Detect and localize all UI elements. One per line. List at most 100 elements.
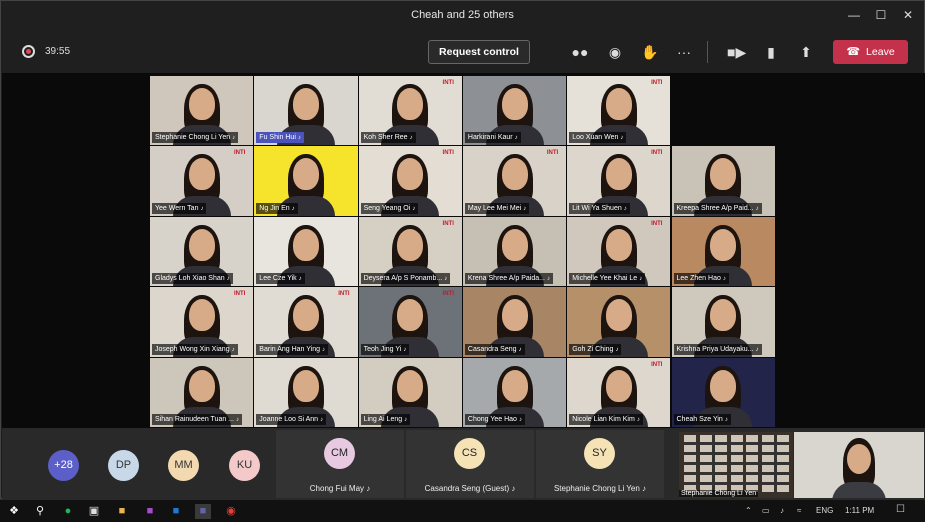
participant-name: Ng Jin En ♪: [256, 202, 298, 214]
request-control-button[interactable]: Request control: [428, 40, 530, 64]
screen-share-thumbnail[interactable]: Stephanie Chong Li Yen: [679, 432, 793, 498]
store-icon[interactable]: ▣: [86, 504, 102, 519]
video-tile[interactable]: Krena Shree A/p Paida... ♪: [462, 216, 567, 287]
roster-card-name: Chong Fui May ♪: [309, 484, 371, 493]
video-tile[interactable]: INTI Barin Ang Han Ying ♪: [254, 287, 358, 357]
search-icon[interactable]: ⚲: [32, 504, 48, 519]
mic-muted-icon: ♪: [444, 276, 448, 283]
mic-icon[interactable]: ▮: [762, 43, 780, 61]
participant-name: May Lee Mei Mei ♪: [464, 202, 530, 214]
volume-icon[interactable]: ♪: [780, 506, 784, 515]
video-tile[interactable]: Joanne Loo Si Ann ♪: [254, 357, 358, 427]
video-tile[interactable]: Goh Zi Ching ♪: [567, 287, 671, 357]
language-indicator[interactable]: ENG: [816, 506, 833, 515]
minimize-icon[interactable]: —: [843, 6, 865, 24]
video-tile[interactable]: Casandra Seng ♪: [462, 287, 567, 357]
mic-muted-icon: ♪: [546, 276, 550, 283]
roster-avatar[interactable]: KU: [229, 450, 260, 481]
participant-face: [710, 369, 737, 402]
mic-muted-icon: ♪: [226, 276, 230, 283]
video-tile[interactable]: Harkirani Kaur ♪: [462, 76, 567, 146]
video-tile[interactable]: Ling Ai Leng ♪: [358, 357, 462, 427]
video-tile[interactable]: Fu Shin Hui ♪: [254, 76, 358, 146]
thumbnail-cell: [683, 434, 697, 443]
tray-chevron-icon[interactable]: ⌃: [745, 506, 752, 515]
self-video-preview[interactable]: [794, 432, 924, 498]
video-tile[interactable]: Stephanie Chong Li Yen ♪: [150, 76, 254, 146]
video-tile[interactable]: Lee Cze Yik ♪: [254, 216, 358, 287]
video-tile[interactable]: INTI Seng Yeang Oi ♪: [358, 146, 462, 216]
video-tile[interactable]: INTI Nicole Lian Kim Kim ♪: [567, 357, 671, 427]
video-tile[interactable]: INTI Michelle Yee Khai Le ♪: [567, 216, 671, 287]
outlook-icon[interactable]: ■: [168, 504, 184, 519]
roster-card[interactable]: CM Chong Fui May ♪: [276, 430, 404, 498]
mic-muted-icon: ♪: [514, 135, 518, 142]
video-tile[interactable]: Chong Yee Hao ♪: [462, 357, 567, 427]
participant-name: Cheah Sze Yin ♪: [673, 413, 731, 425]
participant-name-text: Deysera A/p S Ponamb...: [363, 275, 443, 283]
roster-card[interactable]: CS Casandra Seng (Guest) ♪: [406, 430, 534, 498]
roster-avatar[interactable]: DP: [108, 450, 139, 481]
participant-face: [292, 228, 319, 261]
recording-icon: [22, 45, 35, 58]
participant-face: [188, 228, 215, 261]
participant-name-text: Goh Zi Ching: [572, 345, 614, 353]
video-tile[interactable]: INTI Koh Sher Ree ♪: [358, 76, 462, 146]
video-tile[interactable]: INTI Loo Xuan Wen ♪: [567, 76, 671, 146]
mic-muted-icon: ♪: [320, 416, 324, 423]
video-tile[interactable]: Kreepa Shree A/p Paid... ♪: [671, 146, 775, 216]
thumbnail-cell: [729, 464, 744, 473]
video-tile[interactable]: INTI Lit Wi Ya Shuen ♪: [567, 146, 671, 216]
video-tile[interactable]: INTI Deysera A/p S Ponamb... ♪: [358, 216, 462, 287]
leave-button[interactable]: ☎ Leave: [833, 40, 908, 64]
teams-icon[interactable]: ■: [195, 504, 211, 519]
thumbnail-cell: [729, 434, 744, 443]
roster-avatar[interactable]: +28: [48, 450, 79, 481]
participant-face: [397, 299, 424, 332]
participant-name: Yee Wern Tan ♪: [152, 202, 207, 214]
participant-name-text: Fu Shin Hui: [259, 134, 296, 142]
video-tile[interactable]: INTI Yee Wern Tan ♪: [150, 146, 254, 216]
notification-icon[interactable]: ☐: [896, 504, 905, 515]
video-tile[interactable]: Ng Jin En ♪: [254, 146, 358, 216]
share-icon[interactable]: ⬆: [797, 43, 815, 61]
video-tile[interactable]: INTI Teoh Jing Yi ♪: [358, 287, 462, 357]
thumbnail-cell: [760, 464, 775, 473]
video-tile[interactable]: Krishna Priya Udayaku... ♪: [671, 287, 775, 357]
inti-logo: INTI: [442, 220, 454, 227]
clock[interactable]: 1:11 PM: [845, 506, 874, 515]
more-icon[interactable]: ···: [675, 43, 693, 61]
video-tile[interactable]: Cheah Sze Yin ♪: [671, 357, 775, 427]
video-tile[interactable]: Sihan Rainudeen Tuan ... ♪: [150, 357, 254, 427]
participant-face: [397, 369, 424, 402]
video-grid: Stephanie Chong Li Yen ♪ Fu Shin Hui ♪ INTI K…: [150, 76, 776, 428]
video-tile[interactable]: Lee Zhen Hao ♪: [671, 216, 775, 287]
chrome-icon[interactable]: ◉: [223, 504, 239, 519]
video-tile[interactable]: INTI May Lee Mei Mei ♪: [462, 146, 567, 216]
battery-icon: ▭: [762, 506, 770, 515]
participant-face: [605, 88, 632, 120]
thumbnail-cell: [729, 444, 744, 453]
folder-icon[interactable]: ■: [114, 504, 130, 519]
camera-icon[interactable]: ■▶: [727, 43, 746, 61]
mic-muted-icon: ♪: [291, 205, 295, 212]
participants-icon[interactable]: ●●: [571, 43, 589, 61]
video-tile[interactable]: INTI Joseph Wong Xin Xiang ♪: [150, 287, 254, 357]
close-icon[interactable]: ✕: [897, 6, 919, 24]
wifi-icon[interactable]: ≈: [797, 506, 801, 515]
mic-muted-icon: ♪: [724, 416, 728, 423]
video-tile[interactable]: Gladys Loh Xiao Shan ♪: [150, 216, 254, 287]
roster-card[interactable]: SY Stephanie Chong Li Yen ♪: [536, 430, 664, 498]
thumbnail-cell: [683, 474, 697, 483]
spotify-icon[interactable]: ●: [60, 504, 76, 519]
start-icon[interactable]: ❖: [6, 504, 22, 519]
mic-muted-icon: ♪: [298, 276, 302, 283]
maximize-icon[interactable]: ☐: [870, 6, 892, 24]
chat-icon[interactable]: ◉: [606, 43, 624, 61]
thumbnail-cell: [714, 434, 728, 443]
roster-avatar[interactable]: MM: [168, 450, 199, 481]
reactions-icon[interactable]: ✋: [641, 43, 659, 61]
leave-label: Leave: [866, 46, 895, 58]
onenote-icon[interactable]: ■: [142, 504, 158, 519]
participant-name: Stephanie Chong Li Yen ♪: [152, 132, 239, 144]
